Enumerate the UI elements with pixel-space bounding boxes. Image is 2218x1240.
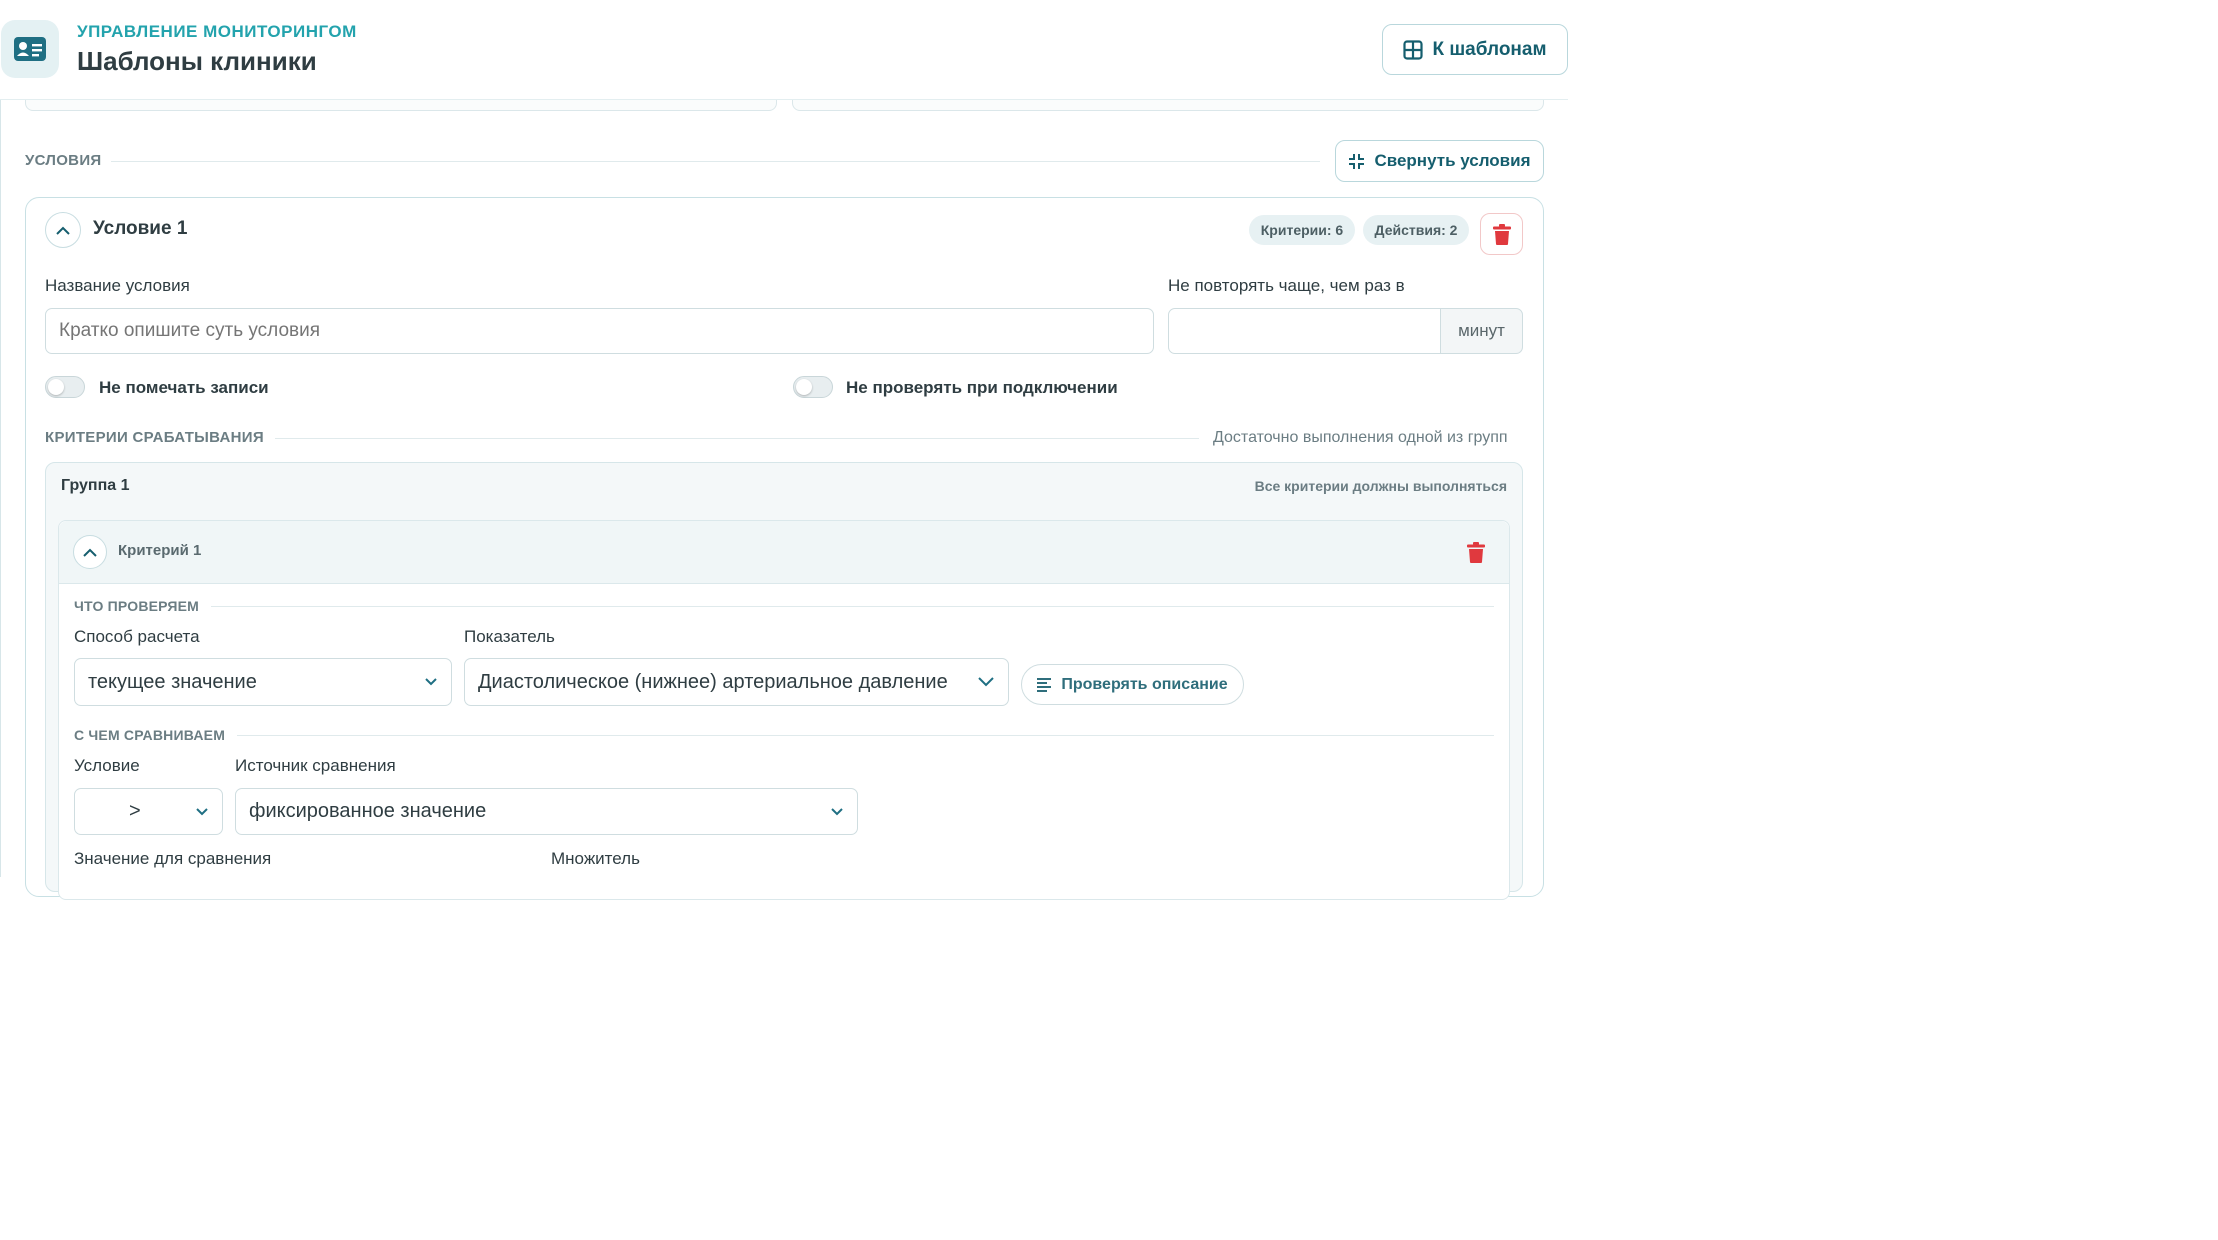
repeat-interval-label: Не повторять чаще, чем раз в [1168,276,1405,295]
condition-title: Условие 1 [93,218,188,239]
what-check-title: ЧТО ПРОВЕРЯЕМ [74,598,200,614]
chevron-up-icon [56,226,70,235]
chevron-down-icon [425,678,437,686]
condition-name-label: Название условия [45,276,190,295]
indicator-value: Диастолическое (нижнее) артериальное дав… [478,670,948,693]
divider [111,161,1320,162]
trash-icon [1467,541,1485,563]
compare-with-title: С ЧЕМ СРАВНИВАЕМ [74,727,226,743]
operator-select[interactable]: > [74,788,223,835]
collapse-criterion-button[interactable] [73,535,107,569]
check-description-label: Проверять описание [1061,675,1228,693]
indicator-select[interactable]: Диастолическое (нижнее) артериальное дав… [464,658,1009,706]
profile-card-icon [1,20,59,78]
panel-border [0,100,1,877]
divider [211,606,1494,607]
conditions-section-title: УСЛОВИЯ [25,152,102,169]
criteria-hint: Достаточно выполнения одной из групп [1213,429,1508,446]
divider [275,438,1199,439]
chevron-down-icon [196,807,208,815]
repeat-interval-input[interactable] [1168,308,1441,354]
criterion-header [59,521,1509,584]
chevron-down-icon [831,807,843,815]
no-mark-records-toggle[interactable] [45,376,85,398]
multiplier-label: Множитель [551,849,640,868]
criterion-title: Критерий 1 [118,542,202,559]
check-description-button[interactable]: Проверять описание [1021,664,1244,705]
calc-method-select[interactable]: текущее значение [74,658,452,706]
chevron-up-icon [83,548,97,557]
back-button-label: К шаблонам [1432,38,1547,60]
collapse-conditions-button[interactable]: Свернуть условия [1335,140,1544,182]
trash-icon [1492,223,1511,245]
comparison-source-value: фиксированное значение [249,800,487,822]
delete-condition-button[interactable] [1480,213,1523,255]
collapse-conditions-label: Свернуть условия [1374,151,1531,170]
back-to-templates-button[interactable]: К шаблонам [1382,24,1568,75]
comparison-source-select[interactable]: фиксированное значение [235,788,858,835]
no-mark-records-label: Не помечать записи [99,378,269,397]
divider [237,735,1494,736]
group-hint: Все критерии должны выполняться [1254,478,1507,494]
compare-value-label: Значение для сравнения [74,849,272,868]
comparison-source-label: Источник сравнения [235,756,396,775]
page-title: Шаблоны клиники [77,46,317,76]
grid-icon [1403,39,1424,60]
chevron-down-icon [978,677,994,687]
collapse-condition-button[interactable] [45,212,81,248]
indicator-label: Показатель [464,627,555,646]
condition-name-input[interactable] [45,308,1154,354]
text-lines-icon [1037,677,1052,692]
delete-criterion-button[interactable] [1465,540,1487,564]
collapse-icon [1349,153,1365,169]
no-check-on-connect-label: Не проверять при подключении [846,378,1118,397]
calc-method-value: текущее значение [88,670,257,693]
calc-method-label: Способ расчета [74,627,200,646]
group-title: Группа 1 [61,477,130,494]
repeat-unit-addon: минут [1440,308,1523,354]
criteria-section-title: КРИТЕРИИ СРАБАТЫВАНИЯ [45,429,264,446]
operator-label: Условие [74,756,140,775]
section-supertitle: УПРАВЛЕНИЕ МОНИТОРИНГОМ [77,22,357,41]
page-header: УПРАВЛЕНИЕ МОНИТОРИНГОМ Шаблоны клиники … [0,0,1568,100]
criteria-count-badge: Критерии: 6 [1249,215,1355,245]
no-check-on-connect-toggle[interactable] [793,376,833,398]
operator-value: > [129,800,141,822]
actions-count-badge: Действия: 2 [1363,215,1469,245]
